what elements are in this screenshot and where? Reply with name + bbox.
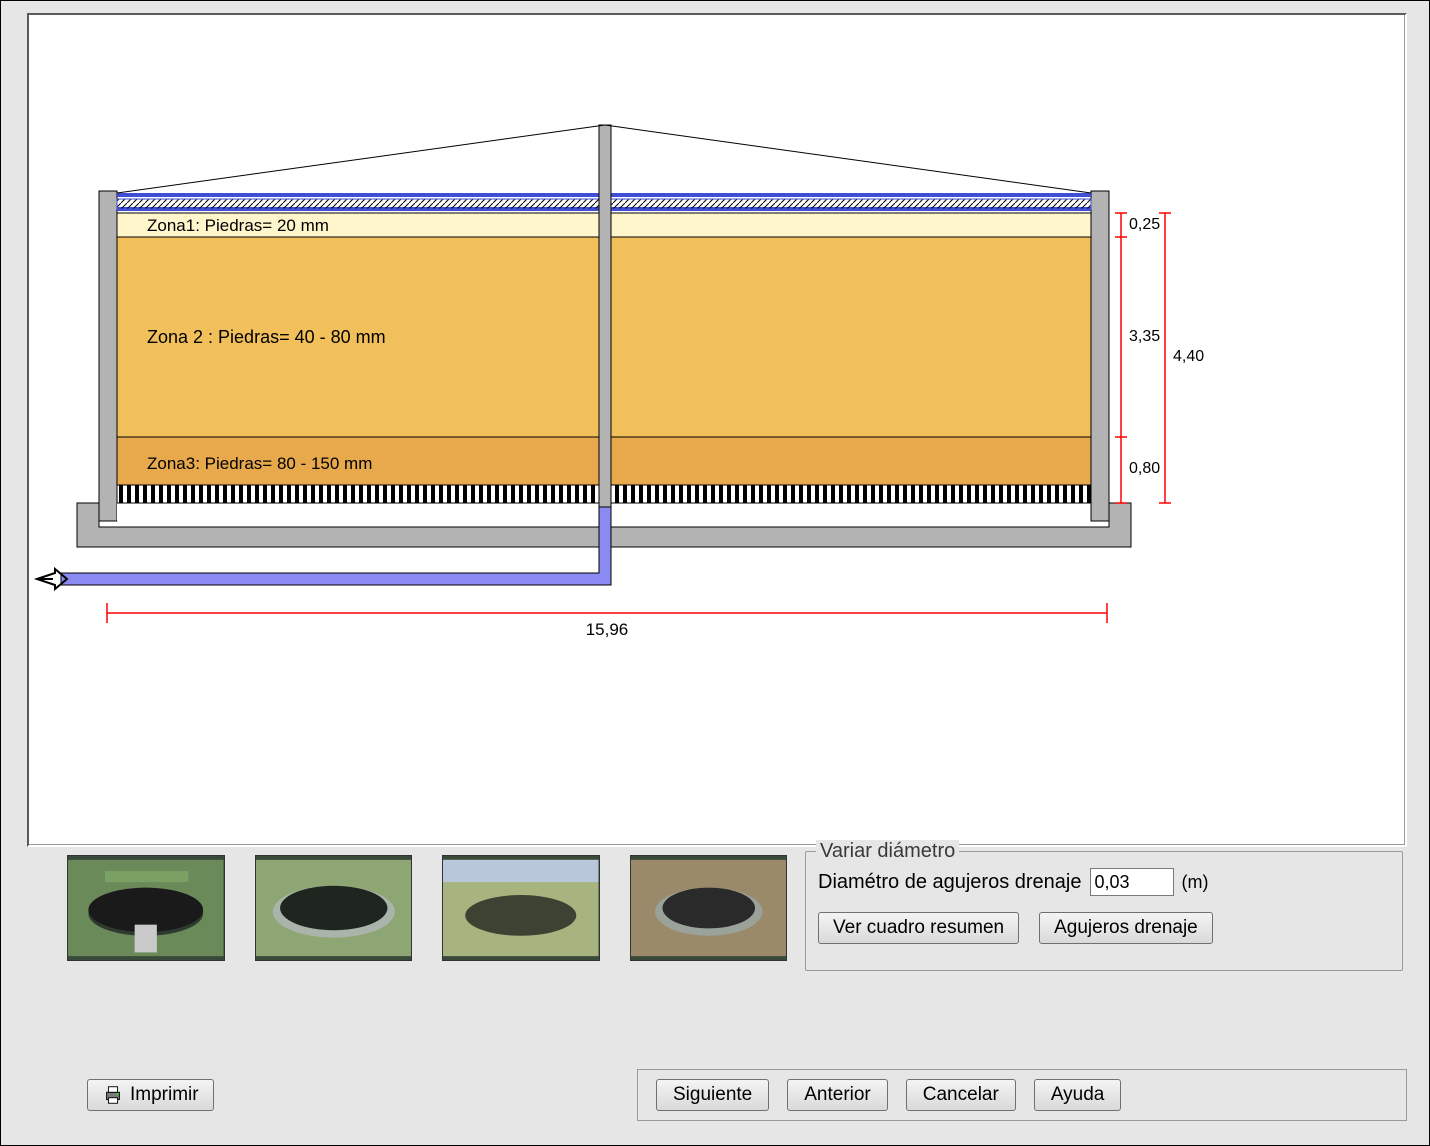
diagram-frame: 15,96 0,25 <box>27 13 1407 847</box>
dim-h3: 0,80 <box>1129 460 1160 477</box>
thumb-2[interactable] <box>255 855 413 961</box>
app-window: 15,96 0,25 <box>0 0 1430 1146</box>
diameter-input[interactable] <box>1090 868 1174 896</box>
dim-h1: 0,25 <box>1129 216 1160 233</box>
panel-legend: Variar diámetro <box>816 840 959 863</box>
filter-diagram: 15,96 0,25 <box>31 17 1403 843</box>
dim-width: 15,96 <box>586 620 629 639</box>
zone3-label: Zona3: Piedras= 80 - 150 mm <box>147 454 372 473</box>
prev-button[interactable]: Anterior <box>787 1079 888 1111</box>
thumb-4[interactable] <box>630 855 788 961</box>
zone2-label: Zona 2 : Piedras= 40 - 80 mm <box>147 327 386 347</box>
zone1-label: Zona1: Piedras= 20 mm <box>147 216 329 235</box>
summary-button[interactable]: Ver cuadro resumen <box>818 912 1019 944</box>
next-button[interactable]: Siguiente <box>656 1079 769 1111</box>
dim-htotal: 4,40 <box>1173 348 1204 365</box>
dim-h2: 3,35 <box>1129 328 1160 345</box>
thumb-3[interactable] <box>442 855 600 961</box>
printer-icon <box>102 1084 124 1106</box>
nav-bar: Siguiente Anterior Cancelar Ayuda <box>637 1069 1407 1121</box>
diagram-inner: 15,96 0,25 <box>31 17 1403 843</box>
diameter-unit: (m) <box>1182 872 1209 893</box>
print-label: Imprimir <box>130 1084 199 1106</box>
thumbnail-row <box>67 855 787 963</box>
cancel-button[interactable]: Cancelar <box>906 1079 1016 1111</box>
diameter-label: Diamétro de agujeros drenaje <box>818 871 1082 894</box>
print-button[interactable]: Imprimir <box>87 1079 214 1111</box>
diameter-panel: Variar diámetro Diamétro de agujeros dre… <box>805 851 1403 971</box>
thumb-1[interactable] <box>67 855 225 961</box>
help-button[interactable]: Ayuda <box>1034 1079 1122 1111</box>
drain-holes-button[interactable]: Agujeros drenaje <box>1039 912 1213 944</box>
